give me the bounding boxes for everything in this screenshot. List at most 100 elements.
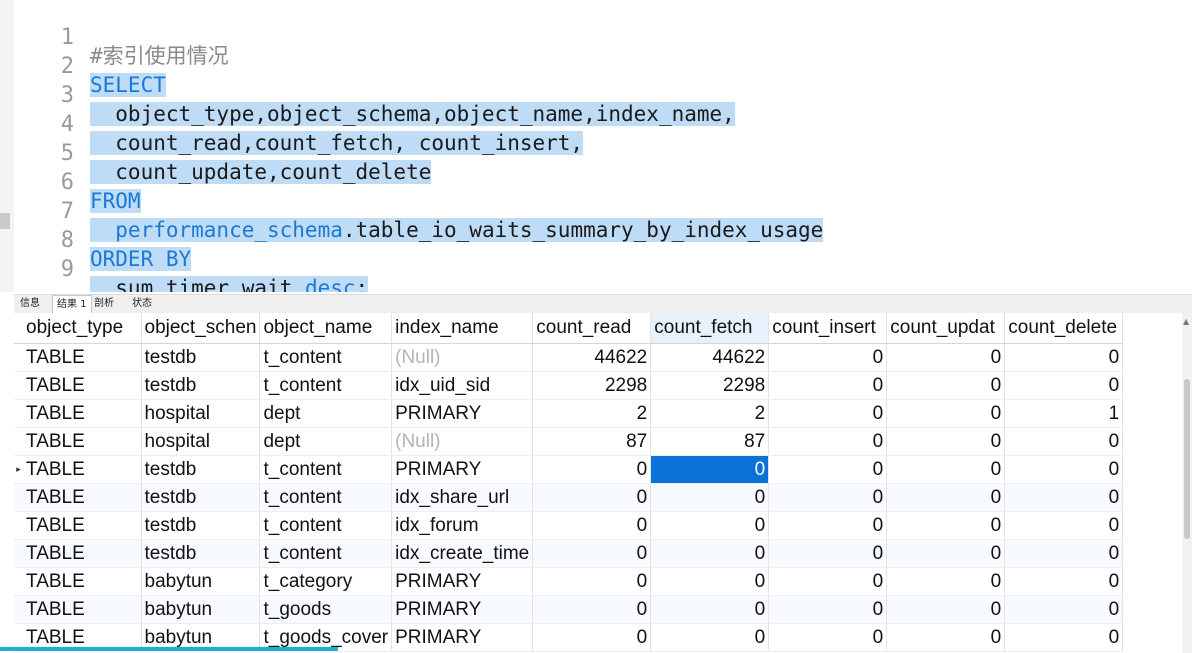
cell[interactable]: 0 <box>768 539 888 568</box>
cell[interactable]: t_goods <box>259 595 393 624</box>
column-header[interactable]: count_updat <box>886 313 1006 344</box>
tab-status[interactable]: 状态 <box>128 295 156 313</box>
column-header[interactable]: object_schen <box>141 313 261 344</box>
cell[interactable]: 0 <box>886 567 1006 596</box>
cell[interactable]: 0 <box>650 483 770 512</box>
column-header-active[interactable]: count_fetch <box>650 313 770 344</box>
cell[interactable]: 2298 <box>532 371 652 400</box>
cell[interactable]: t_content <box>259 455 393 484</box>
cell[interactable]: t_content <box>259 511 393 540</box>
cell[interactable]: dept <box>259 427 393 456</box>
tab-result-1[interactable]: 结果 1 <box>52 295 92 314</box>
cell[interactable]: 0 <box>532 623 652 652</box>
cell[interactable]: 0 <box>650 623 770 652</box>
cell[interactable]: 0 <box>532 567 652 596</box>
cell[interactable]: testdb <box>141 371 261 400</box>
code-line-8[interactable]: 8 ORDER BY <box>0 207 1180 271</box>
column-header[interactable]: count_delete <box>1004 313 1124 344</box>
cell[interactable]: dept <box>259 399 393 428</box>
cell[interactable]: 0 <box>650 539 770 568</box>
cell-null[interactable]: (Null) <box>391 427 534 456</box>
cell[interactable]: 0 <box>1004 539 1124 568</box>
scroll-up-arrow-icon[interactable]: ▲ <box>1183 317 1189 326</box>
cell[interactable]: idx_create_time <box>391 539 534 568</box>
code-line-2[interactable]: 2 SELECT <box>0 33 1180 97</box>
cell[interactable]: 0 <box>886 483 1006 512</box>
grid-vertical-scrollbar[interactable]: ▲ <box>1182 313 1192 653</box>
column-header[interactable]: count_insert <box>768 313 888 344</box>
table-row[interactable]: TABLE hospital dept (Null) 87 87 0 0 0 <box>14 427 1124 456</box>
cell[interactable]: t_content <box>259 539 393 568</box>
cell[interactable]: 0 <box>1004 343 1124 372</box>
cell[interactable]: 0 <box>1004 567 1124 596</box>
cell[interactable]: 0 <box>886 623 1006 652</box>
cell[interactable]: 0 <box>886 371 1006 400</box>
cell[interactable]: testdb <box>141 455 261 484</box>
cell[interactable]: 0 <box>768 567 888 596</box>
cell[interactable]: 0 <box>886 539 1006 568</box>
cell[interactable]: 0 <box>768 595 888 624</box>
cell[interactable]: 0 <box>1004 623 1124 652</box>
cell[interactable]: TABLE <box>23 427 142 456</box>
code-line-7[interactable]: 7 performance_schema.table_io_waits_summ… <box>0 178 1180 242</box>
code-line-5[interactable]: 5 count_update,count_delete <box>0 120 1180 184</box>
result-grid[interactable]: object_type object_schen object_name ind… <box>14 313 1182 653</box>
cell[interactable]: 0 <box>1004 483 1124 512</box>
column-header[interactable]: index_name <box>391 313 534 344</box>
cell[interactable]: idx_share_url <box>391 483 534 512</box>
cell[interactable]: TABLE <box>23 511 142 540</box>
cell[interactable]: 0 <box>768 371 888 400</box>
cell[interactable]: 0 <box>1004 427 1124 456</box>
cell[interactable]: 2 <box>532 399 652 428</box>
cell[interactable]: testdb <box>141 483 261 512</box>
cell[interactable]: 2298 <box>650 371 770 400</box>
cell[interactable]: t_category <box>259 567 393 596</box>
cell[interactable]: 0 <box>886 511 1006 540</box>
cell[interactable]: 0 <box>768 455 888 484</box>
cell[interactable]: 0 <box>768 399 888 428</box>
cell[interactable]: 0 <box>1004 595 1124 624</box>
table-row[interactable]: TABLE testdb t_content idx_share_url 0 0… <box>14 483 1124 512</box>
column-header[interactable]: object_type <box>23 313 142 344</box>
cell[interactable]: hospital <box>141 399 261 428</box>
cell[interactable]: testdb <box>141 539 261 568</box>
column-header[interactable]: object_name <box>259 313 393 344</box>
code-line-9[interactable]: 9 sum_timer_wait desc; <box>0 236 1180 292</box>
cell[interactable]: 0 <box>532 483 652 512</box>
code-line-6[interactable]: 6 FROM <box>0 149 1180 213</box>
scrollbar-thumb[interactable] <box>1184 379 1190 539</box>
cell[interactable]: TABLE <box>23 343 142 372</box>
cell[interactable]: 87 <box>650 427 770 456</box>
cell[interactable]: babytun <box>141 567 261 596</box>
cell[interactable]: PRIMARY <box>391 455 534 484</box>
table-row[interactable]: TABLE babytun t_category PRIMARY 0 0 0 0… <box>14 567 1124 596</box>
cell[interactable]: 0 <box>768 343 888 372</box>
cell[interactable]: TABLE <box>23 483 142 512</box>
sql-editor[interactable]: 1 #索引使用情况 2 SELECT 3 object_type,object_… <box>0 0 1192 292</box>
cell[interactable]: 0 <box>532 511 652 540</box>
cell[interactable]: 0 <box>650 595 770 624</box>
cell-selected[interactable]: 0 <box>650 455 770 484</box>
code-line-3[interactable]: 3 object_type,object_schema,object_name,… <box>0 62 1180 126</box>
cell[interactable]: PRIMARY <box>391 623 534 652</box>
cell[interactable]: 0 <box>768 511 888 540</box>
cell[interactable]: 0 <box>1004 455 1124 484</box>
cell[interactable]: 2 <box>650 399 770 428</box>
cell[interactable]: 0 <box>650 511 770 540</box>
cell[interactable]: 0 <box>768 427 888 456</box>
cell[interactable]: 0 <box>886 427 1006 456</box>
table-row[interactable]: TABLE babytun t_goods PRIMARY 0 0 0 0 0 <box>14 595 1124 624</box>
cell[interactable]: hospital <box>141 427 261 456</box>
table-row[interactable]: TABLE testdb t_content (Null) 44622 4462… <box>14 343 1124 372</box>
cell[interactable]: 0 <box>532 595 652 624</box>
cell[interactable]: 0 <box>532 539 652 568</box>
cell[interactable]: 87 <box>532 427 652 456</box>
cell-null[interactable]: (Null) <box>391 343 534 372</box>
cell[interactable]: TABLE <box>23 455 142 484</box>
cell[interactable]: babytun <box>141 595 261 624</box>
table-row[interactable]: TABLE hospital dept PRIMARY 2 2 0 0 1 <box>14 399 1124 428</box>
cell[interactable]: testdb <box>141 511 261 540</box>
cell[interactable]: TABLE <box>23 371 142 400</box>
table-row[interactable]: TABLE testdb t_content idx_forum 0 0 0 0… <box>14 511 1124 540</box>
cell[interactable]: 0 <box>768 623 888 652</box>
